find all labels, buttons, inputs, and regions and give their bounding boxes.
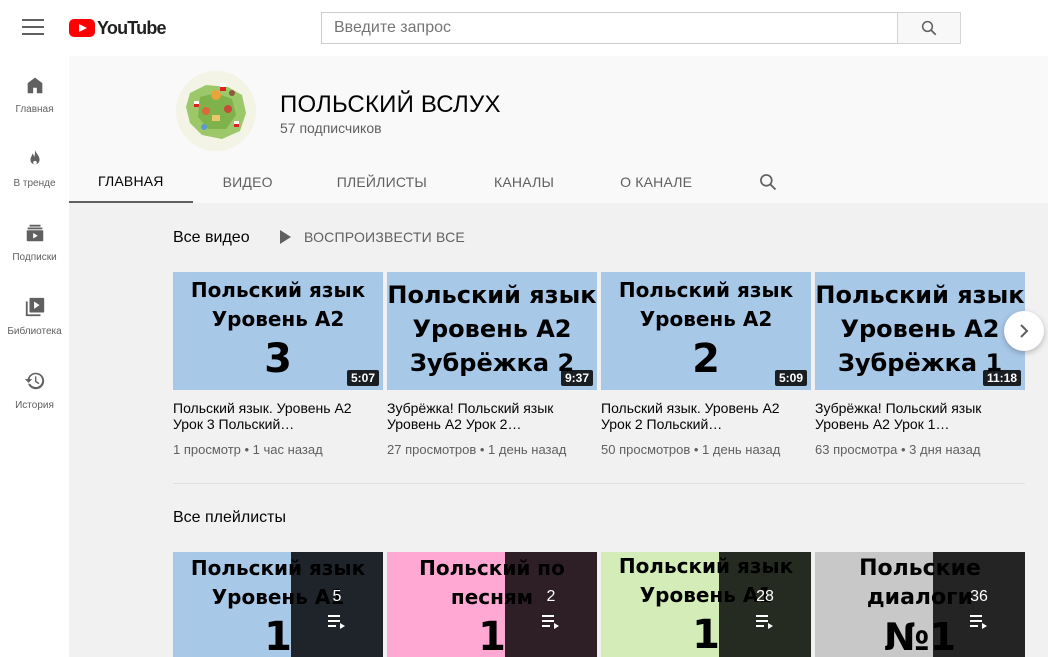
channel-header: ПОЛЬСКИЙ ВСЛУХ 57 подписчиков ГЛАВНАЯ ВИ… — [69, 56, 1048, 203]
video-thumbnail[interactable]: Польский язык Уровень А2 2 5:09 — [601, 272, 811, 390]
playlist-thumbnail[interactable]: Польский язык Уровень А1 1 28 — [601, 552, 811, 657]
playlist-icon — [542, 615, 559, 629]
channel-tabs: ГЛАВНАЯ ВИДЕО ПЛЕЙЛИСТЫ КАНАЛЫ О КАНАЛЕ — [69, 160, 811, 203]
tab-home[interactable]: ГЛАВНАЯ — [69, 160, 193, 203]
thumbnail-text: Польский язык — [815, 281, 1025, 309]
sidebar-item-label: История — [15, 400, 54, 411]
next-arrow-button[interactable] — [1004, 311, 1044, 351]
video-duration: 5:09 — [774, 370, 807, 386]
channel-avatar[interactable] — [176, 71, 256, 151]
sidebar-item-subscriptions[interactable]: Подписки — [0, 204, 69, 278]
sidebar-item-label: Подписки — [12, 252, 57, 263]
sidebar-item-trending[interactable]: В тренде — [0, 130, 69, 204]
thumbnail-text: Уровень А2 — [840, 315, 1000, 343]
playlist-video-count: 28 — [756, 588, 774, 605]
sidebar-item-label: Главная — [15, 104, 54, 115]
playlist-icon — [328, 615, 345, 629]
video-thumbnail[interactable]: Польский язык Уровень А2 Зубрёжка 2 9:37 — [387, 272, 597, 390]
history-icon — [24, 372, 44, 390]
playlist-video-count: 36 — [970, 588, 988, 605]
thumbnail-text: Польский язык — [387, 281, 597, 309]
playlist-overlay: 2 — [505, 552, 597, 657]
video-meta: 27 просмотров • 1 день назад — [387, 442, 567, 457]
sidebar-item-history[interactable]: История — [0, 352, 69, 426]
video-title[interactable]: Польский язык. Уровень А2 Урок 2 Польски… — [601, 400, 811, 432]
logo-text: YouTube — [97, 17, 167, 38]
chevron-right-icon — [1020, 324, 1029, 338]
thumbnail-text: Уровень А2 — [639, 307, 773, 331]
thumbnail-text: Уровень А2 — [211, 307, 345, 331]
video-meta: 1 просмотр • 1 час назад — [173, 442, 323, 457]
play-all-label: ВОСПРОИЗВЕСТИ ВСЕ — [304, 229, 465, 245]
video-thumbnail[interactable]: Польский язык Уровень А2 Зубрёжка 1 11:1… — [815, 272, 1025, 390]
thumbnail-text: Уровень А2 — [412, 315, 572, 343]
video-title[interactable]: Зубрёжка! Польский язык Уровень А2 Урок … — [815, 400, 1025, 432]
tab-search[interactable] — [725, 160, 811, 203]
thumbnail-text: Польский язык — [190, 278, 366, 302]
fire-icon — [29, 149, 40, 165]
sidebar-item-label: Библиотека — [7, 326, 62, 337]
playlist-icon — [970, 615, 987, 629]
section-title-all-playlists[interactable]: Все плейлисты — [173, 509, 286, 527]
sidebar-item-home[interactable]: Главная — [0, 56, 69, 130]
playlist-thumbnail[interactable]: Польские диалоги №1 36 — [815, 552, 1025, 657]
playlist-overlay: 28 — [719, 552, 811, 657]
search-input[interactable] — [321, 12, 897, 44]
tab-about[interactable]: О КАНАЛЕ — [587, 160, 725, 203]
search-icon — [921, 20, 937, 36]
playlist-overlay: 36 — [933, 552, 1025, 657]
sidebar-item-library[interactable]: Библиотека — [0, 278, 69, 352]
subscriber-count: 57 подписчиков — [280, 120, 382, 136]
poland-map-image — [176, 71, 256, 151]
video-title[interactable]: Польский язык. Уровень А2 Урок 3 Польски… — [173, 400, 383, 432]
video-duration: 11:18 — [982, 370, 1021, 386]
video-meta: 63 просмотра • 3 дня назад — [815, 442, 981, 457]
search-bar — [321, 12, 961, 44]
video-duration: 9:37 — [560, 370, 593, 386]
section-divider — [173, 483, 1025, 484]
video-title[interactable]: Зубрёжка! Польский язык Уровень А2 Урок … — [387, 400, 597, 432]
thumbnail-text: Польский язык — [618, 278, 794, 302]
play-all-button[interactable]: ВОСПРОИЗВЕСТИ ВСЕ — [278, 229, 465, 245]
playlist-icon — [756, 615, 773, 629]
sidebar-item-label: В тренде — [13, 178, 56, 189]
playlist-overlay: 5 — [291, 552, 383, 657]
play-icon — [280, 230, 291, 244]
channel-title: ПОЛЬСКИЙ ВСЛУХ — [280, 91, 501, 118]
search-button[interactable] — [897, 12, 961, 44]
home-icon — [27, 77, 42, 94]
playlist-thumbnail[interactable]: Польский по песням 1 2 — [387, 552, 597, 657]
playlist-video-count: 2 — [546, 588, 556, 605]
search-icon — [760, 173, 777, 190]
tab-channels[interactable]: КАНАЛЫ — [461, 160, 587, 203]
video-meta: 50 просмотров • 1 день назад — [601, 442, 781, 457]
tab-playlists[interactable]: ПЛЕЙЛИСТЫ — [303, 160, 461, 203]
youtube-logo-icon — [69, 19, 95, 37]
menu-icon[interactable] — [22, 19, 44, 37]
tab-videos[interactable]: ВИДЕО — [193, 160, 303, 203]
video-duration: 5:07 — [346, 370, 379, 386]
youtube-logo[interactable]: YouTube — [69, 17, 167, 39]
video-thumbnail[interactable]: Польский язык Уровень А2 3 5:07 — [173, 272, 383, 390]
playlist-video-count: 5 — [332, 588, 342, 605]
subscriptions-icon — [26, 224, 43, 242]
playlist-thumbnail[interactable]: Польский язык Уровень А1 1 5 — [173, 552, 383, 657]
section-title-all-videos[interactable]: Все видео — [173, 229, 250, 247]
sidebar: Главная В тренде Подписки Библиотека Ист… — [0, 56, 69, 657]
library-icon — [25, 297, 44, 317]
top-bar: YouTube — [0, 0, 1048, 56]
